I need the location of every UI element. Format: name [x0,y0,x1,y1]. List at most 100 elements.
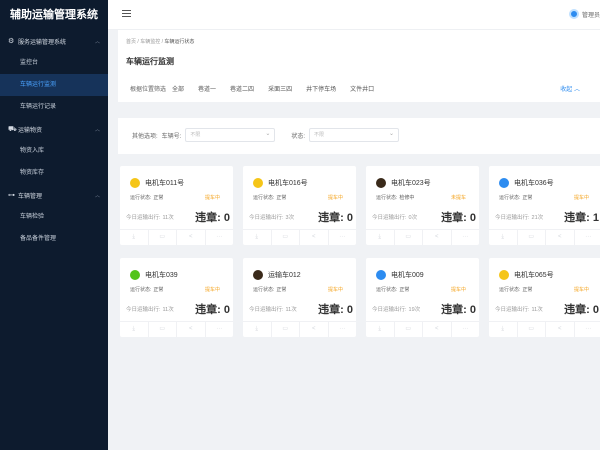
vehicle-icon [253,270,263,280]
menu-toggle-icon[interactable] [122,10,131,18]
sidebar-group-material[interactable]: ⛟ 运输物资 ︿ [0,118,108,140]
violation-label: 违章: [441,212,467,224]
status-row: 运行状态: 正常 提车中 [130,194,226,201]
vehicle-card[interactable]: 电机车011号 运行状态: 正常 提车中 今日运输出行: 11次 违章: 0 ⤓… [120,166,233,245]
filter-option-2[interactable]: 巷道二四 [230,84,254,93]
edit-icon[interactable]: ▭ [149,322,177,337]
share-icon[interactable]: < [300,322,329,337]
download-icon[interactable]: ⤓ [243,230,272,245]
status-label: 状态: [291,133,306,140]
app-title: 辅助运输管理系统 [10,9,98,21]
filter-option-all[interactable]: 全部 [172,84,184,93]
trips-label: 今日运输出行: [372,215,407,221]
download-icon[interactable]: ⤓ [366,230,395,245]
violation-label: 违章: [318,212,344,224]
vehicle-card[interactable]: 电机车036号 运行状态: 正常 提车中 今日运输出行: 21次 违章: 1 ⤓… [489,166,600,245]
edit-icon[interactable]: ▭ [272,230,300,245]
sidebar-group-vehicle[interactable]: ⊶ 车辆管理 ︿ [0,184,108,206]
more-icon[interactable]: ··· [452,322,480,337]
vehicle-card[interactable]: 电机车009 运行状态: 正常 提车中 今日运输出行: 19次 违章: 0 ⤓ … [366,258,479,337]
filter-option-4[interactable]: 井下停车场 [306,84,336,93]
vehicle-card[interactable]: 电机车039 运行状态: 正常 提车中 今日运输出行: 11次 违章: 0 ⤓ … [120,258,233,337]
filter-option-1[interactable]: 巷道一 [198,84,216,93]
download-icon[interactable]: ⤓ [366,322,395,337]
collapse-button[interactable]: 收起 ︿ [560,84,580,93]
more-icon[interactable]: ··· [575,230,600,245]
status-value: 正常 [522,287,533,293]
share-icon[interactable]: < [300,230,329,245]
more-icon[interactable]: ··· [575,322,600,337]
trips-row: 今日运输出行: 19次 违章: 0 [372,301,476,317]
violation-count: 违章: 0 [318,209,353,225]
violation-count: 违章: 0 [441,301,476,317]
vehicle-icon [253,178,263,188]
download-icon[interactable]: ⤓ [243,322,272,337]
violation-value: 0 [592,304,599,316]
edit-icon[interactable]: ▭ [395,230,423,245]
location-filter: 根据位置筛选 全部 巷道一 巷道二四 采面三四 井下停车场 文件井口 [130,84,388,93]
edit-icon[interactable]: ▭ [395,322,423,337]
card-header: 电机车023号 [376,178,431,188]
download-icon[interactable]: ⤓ [120,322,149,337]
filter-option-3[interactable]: 采面三四 [268,84,292,93]
card-actions: ⤓ ▭ < ··· [489,229,600,245]
edit-icon[interactable]: ▭ [518,322,546,337]
share-icon[interactable]: < [546,230,575,245]
warn-badge: 提车中 [573,195,589,201]
sidebar-item-dashboard[interactable]: 监控台 [0,52,108,74]
vehicle-select[interactable]: 不限 [185,128,276,142]
download-icon[interactable]: ⤓ [489,322,518,337]
trips-value: 11次 [285,307,297,313]
sidebar-item-spare-parts[interactable]: 备品备件管理 [0,228,108,250]
violation-label: 违章: [564,304,590,316]
sidebar-item-records[interactable]: 车辆运行记录 [0,96,108,118]
sidebar-group-service[interactable]: ⚙ 服务运输管理系统 ︿ [0,30,108,52]
sidebar-item-material-stock[interactable]: 物资库存 [0,162,108,184]
more-icon[interactable]: ··· [329,322,357,337]
status-select[interactable]: 不限 [309,128,400,142]
share-icon[interactable]: < [423,230,452,245]
chevron-up-icon: ︿ [573,87,580,93]
other-filters: 其他选项: 车辆号: 不限 状态: 不限 [132,128,407,142]
more-icon[interactable]: ··· [206,322,234,337]
more-icon[interactable]: ··· [206,230,234,245]
vehicle-card[interactable]: 电机车023号 运行状态: 检修中 未提车 今日运输出行: 0次 违章: 0 ⤓… [366,166,479,245]
breadcrumb-monitor[interactable]: 车辆监控 [140,39,160,45]
vehicle-icon [130,270,140,280]
sidebar-item-material-in[interactable]: 物资入库 [0,140,108,162]
download-icon[interactable]: ⤓ [120,230,149,245]
share-icon[interactable]: < [546,322,575,337]
violation-count: 违章: 0 [195,209,230,225]
sidebar-item-inspect[interactable]: 车辆检验 [0,206,108,228]
status-row: 运行状态: 检修中 未提车 [376,194,472,201]
vehicle-name: 电机车016号 [268,180,308,187]
card-actions: ⤓ ▭ < ··· [243,229,356,245]
card-actions: ⤓ ▭ < ··· [366,321,479,337]
sidebar-item-monitor[interactable]: 车辆运行监测 [0,74,108,96]
breadcrumb-home[interactable]: 首页 [126,39,136,45]
share-icon[interactable]: < [423,322,452,337]
more-icon[interactable]: ··· [329,230,357,245]
sidebar-group-label: 运输物资 [18,127,43,134]
trips-row: 今日运输出行: 3次 违章: 0 [249,209,353,225]
vehicle-card[interactable]: 电机车065号 运行状态: 正常 提车中 今日运输出行: 11次 违章: 0 ⤓… [489,258,600,337]
more-icon[interactable]: ··· [452,230,480,245]
vehicle-card[interactable]: 运输车012 运行状态: 正常 提车中 今日运输出行: 11次 违章: 0 ⤓ … [243,258,356,337]
share-icon[interactable]: < [177,322,206,337]
share-icon[interactable]: < [177,230,206,245]
violation-count: 违章: 1 [564,209,599,225]
edit-icon[interactable]: ▭ [518,230,546,245]
card-header: 电机车036号 [499,178,554,188]
trips-row: 今日运输出行: 21次 违章: 1 [495,209,599,225]
app-window: 辅助运输管理系统 ⚙ 服务运输管理系统 ︿ 监控台 车辆运行监测 车辆运行记录 … [0,0,600,450]
user-menu[interactable]: 管理员 [568,9,600,19]
edit-icon[interactable]: ▭ [272,322,300,337]
edit-icon[interactable]: ▭ [149,230,177,245]
violation-count: 违章: 0 [318,301,353,317]
truck-icon: ⛟ [8,125,17,133]
vehicle-card[interactable]: 电机车016号 运行状态: 正常 提车中 今日运输出行: 3次 违章: 0 ⤓ … [243,166,356,245]
violation-value: 0 [223,212,230,224]
download-icon[interactable]: ⤓ [489,230,518,245]
filter-option-5[interactable]: 文件井口 [350,84,374,93]
status-row: 运行状态: 正常 提车中 [499,286,595,293]
